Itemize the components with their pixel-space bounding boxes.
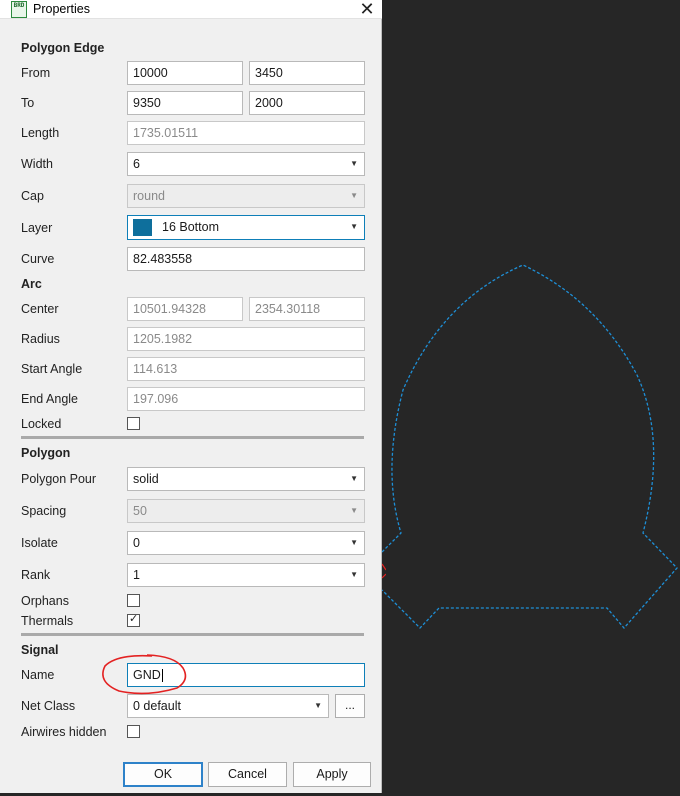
section-signal: Signal [21, 643, 59, 657]
red-wire-fragment [382, 563, 386, 579]
locked-label: Locked [21, 417, 62, 431]
layer-value: 16 Bottom [162, 220, 219, 234]
cap-label: Cap [21, 189, 44, 203]
separator [21, 633, 364, 636]
orphans-checkbox[interactable] [127, 594, 140, 607]
airwires-hidden-checkbox[interactable] [127, 725, 140, 738]
layer-label: Layer [21, 221, 53, 235]
title-bar[interactable]: BRD Properties ✕ [0, 0, 382, 19]
checkmark-icon: ✓ [129, 613, 139, 625]
end-angle-label: End Angle [21, 392, 78, 406]
airwires-hidden-label: Airwires hidden [21, 725, 107, 739]
chevron-down-icon: ▼ [350, 474, 358, 483]
to-label: To [21, 96, 35, 110]
orphans-label: Orphans [21, 594, 69, 608]
chevron-down-icon: ▼ [314, 701, 322, 710]
board-canvas[interactable] [381, 0, 680, 793]
net-class-value: 0 default [133, 699, 181, 713]
polygon-pour-combo[interactable]: solid ▼ [127, 467, 365, 491]
close-button[interactable]: ✕ [352, 0, 382, 19]
chevron-down-icon: ▼ [350, 570, 358, 579]
curve-label: Curve [21, 252, 55, 266]
spacing-value: 50 [133, 504, 147, 518]
chevron-down-icon: ▼ [350, 191, 358, 200]
polygon-pour-label: Polygon Pour [21, 472, 97, 486]
isolate-value: 0 [133, 536, 140, 550]
cancel-button[interactable]: Cancel [208, 762, 287, 787]
width-label: Width [21, 157, 53, 171]
text-caret [161, 669, 163, 683]
net-class-combo[interactable]: 0 default ▼ [127, 694, 329, 718]
polygon-outline[interactable] [381, 264, 678, 629]
from-label: From [21, 66, 51, 80]
signal-name-input[interactable]: GND [127, 663, 365, 687]
width-value: 6 [133, 157, 140, 171]
center-y-field: 2354.30118 [249, 297, 365, 321]
rank-combo[interactable]: 1 ▼ [127, 563, 365, 587]
net-class-more-button[interactable]: ... [335, 694, 365, 718]
locked-checkbox[interactable] [127, 417, 140, 430]
section-arc: Arc [21, 277, 42, 291]
chevron-down-icon: ▼ [350, 159, 358, 168]
signal-name-label: Name [21, 668, 55, 682]
layer-combo[interactable]: 16 Bottom ▼ [127, 215, 365, 240]
app-icon: BRD [11, 1, 27, 18]
section-polygon: Polygon [21, 446, 71, 460]
radius-field: 1205.1982 [127, 327, 365, 351]
apply-button[interactable]: Apply [293, 762, 371, 787]
ok-button[interactable]: OK [123, 762, 203, 787]
to-y-input[interactable]: 2000 [249, 91, 365, 115]
polygon-pour-value: solid [133, 472, 159, 486]
isolate-label: Isolate [21, 536, 58, 550]
spacing-label: Spacing [21, 504, 67, 518]
cap-combo: round ▼ [127, 184, 365, 208]
rank-value: 1 [133, 568, 140, 582]
polygon-outline-canvas[interactable] [381, 0, 680, 793]
net-class-label: Net Class [21, 699, 76, 713]
spacing-combo: 50 ▼ [127, 499, 365, 523]
close-icon: ✕ [359, 0, 375, 19]
length-label: Length [21, 126, 60, 140]
properties-dialog: BRD Properties ✕ Polygon Edge From 10000… [0, 0, 382, 793]
radius-label: Radius [21, 332, 60, 346]
to-x-input[interactable]: 9350 [127, 91, 243, 115]
cap-value: round [133, 189, 165, 203]
start-angle-field: 114.613 [127, 357, 365, 381]
separator [21, 436, 364, 439]
center-label: Center [21, 302, 59, 316]
isolate-combo[interactable]: 0 ▼ [127, 531, 365, 555]
thermals-label: Thermals [21, 614, 74, 628]
chevron-down-icon: ▼ [350, 222, 358, 231]
length-field: 1735.01511 [127, 121, 365, 145]
thermals-checkbox[interactable]: ✓ [127, 613, 140, 627]
window-title: Properties [33, 2, 90, 16]
section-polygon-edge: Polygon Edge [21, 41, 105, 55]
width-combo[interactable]: 6 ▼ [127, 152, 365, 176]
signal-name-value: GND [133, 668, 161, 682]
curve-input[interactable]: 82.483558 [127, 247, 365, 271]
start-angle-label: Start Angle [21, 362, 83, 376]
end-angle-field: 197.096 [127, 387, 365, 411]
from-x-input[interactable]: 10000 [127, 61, 243, 85]
chevron-down-icon: ▼ [350, 538, 358, 547]
layer-color-swatch [133, 219, 152, 236]
rank-label: Rank [21, 568, 51, 582]
center-x-field: 10501.94328 [127, 297, 243, 321]
from-y-input[interactable]: 3450 [249, 61, 365, 85]
chevron-down-icon: ▼ [350, 506, 358, 515]
